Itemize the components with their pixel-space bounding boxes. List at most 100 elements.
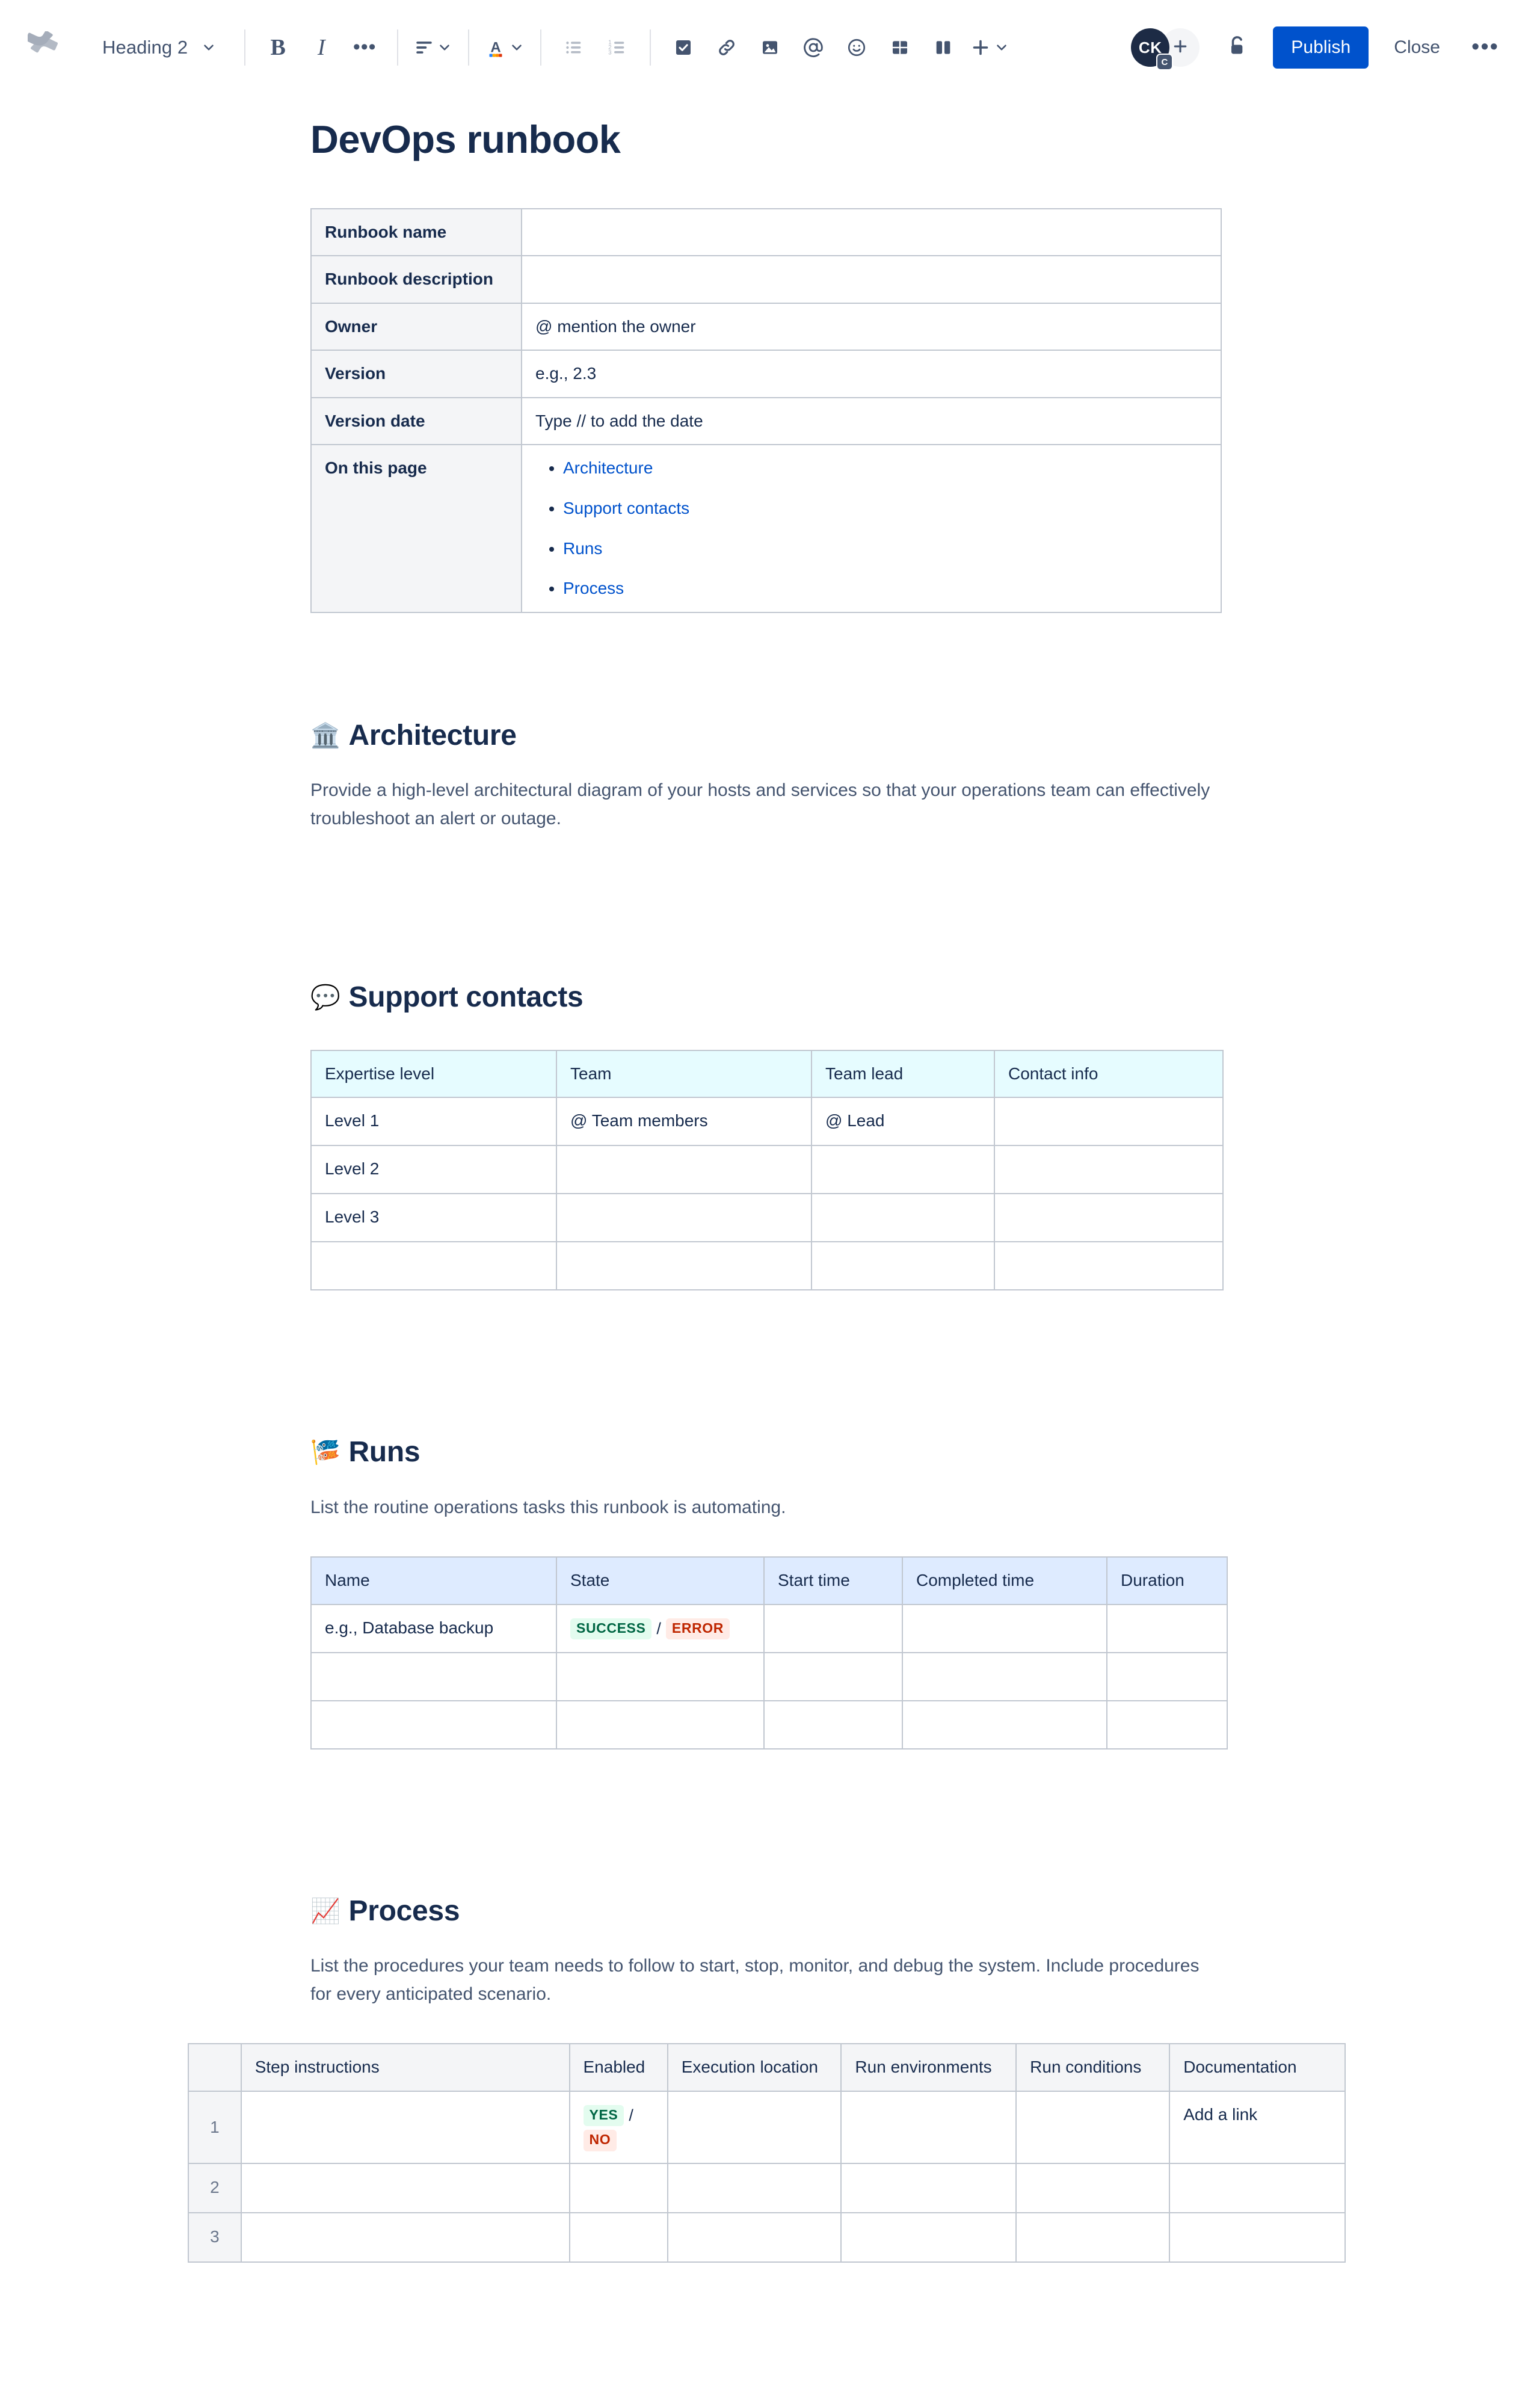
cell-run-name[interactable] (310, 1700, 557, 1749)
confluence-logo-icon[interactable] (22, 25, 67, 70)
italic-button[interactable]: I (300, 26, 343, 69)
table-row: Level 3 (310, 1193, 1224, 1243)
emoji-button[interactable] (835, 26, 878, 69)
cell-duration[interactable] (1106, 1651, 1228, 1701)
table-button[interactable] (878, 26, 922, 69)
text-align-button[interactable] (409, 26, 457, 69)
meta-value-owner[interactable]: @ mention the owner (521, 302, 1222, 351)
cell-step-instructions[interactable] (240, 2090, 570, 2164)
column-header-contact-info: Contact info (994, 1049, 1224, 1099)
cell-run-state[interactable] (556, 1651, 765, 1701)
cell-run-name[interactable] (310, 1651, 557, 1701)
avatar[interactable]: CK C (1131, 28, 1174, 70)
cell-team-lead[interactable] (811, 1145, 995, 1195)
editor-toolbar: Heading 2 B I ••• A 1 2 3 CK C Publish C… (0, 0, 1540, 95)
cell-run-name[interactable]: e.g., Database backup (310, 1603, 557, 1653)
bold-button[interactable]: B (256, 26, 300, 69)
cell-enabled[interactable]: YES / NO (568, 2090, 668, 2164)
toc-link-process[interactable]: Process (563, 579, 624, 597)
restrictions-button[interactable] (1215, 25, 1260, 70)
italic-icon: I (317, 35, 325, 60)
meta-value-version[interactable]: e.g., 2.3 (521, 350, 1222, 398)
cell-expertise-level[interactable]: Level 2 (310, 1145, 557, 1195)
insert-button[interactable] (965, 26, 1014, 69)
cell-expertise-level[interactable] (310, 1241, 557, 1291)
cell-execution-location[interactable] (667, 2090, 842, 2164)
plus-icon (970, 37, 991, 58)
cell-run-state[interactable] (556, 1700, 765, 1749)
publish-button[interactable]: Publish (1273, 26, 1369, 69)
cell-start-time[interactable] (763, 1603, 903, 1653)
cell-start-time[interactable] (763, 1651, 903, 1701)
cell-team-lead[interactable] (811, 1193, 995, 1243)
cell-contact-info[interactable] (994, 1145, 1224, 1195)
page-title[interactable]: DevOps runbook (310, 118, 1237, 161)
column-header-duration: Duration (1106, 1556, 1228, 1605)
status-badge-yes: YES (583, 2104, 624, 2127)
cell-step-instructions[interactable] (240, 2162, 570, 2213)
toc-link-support-contacts[interactable]: Support contacts (563, 499, 689, 517)
cell-run-conditions[interactable] (1015, 2162, 1171, 2213)
toolbar-divider (650, 29, 651, 66)
runs-table: Name State Start time Completed time Dur… (310, 1556, 1228, 1749)
table-header-row: Name State Start time Completed time Dur… (310, 1556, 1228, 1605)
cell-expertise-level[interactable]: Level 3 (310, 1193, 557, 1243)
cell-run-environments[interactable] (840, 2090, 1017, 2164)
classical-building-emoji: 🏛️ (310, 722, 340, 749)
cell-step-instructions[interactable] (240, 2212, 570, 2263)
cell-enabled[interactable] (568, 2212, 668, 2263)
cell-run-environments[interactable] (840, 2162, 1017, 2213)
cell-expertise-level[interactable]: Level 1 (310, 1097, 557, 1147)
cell-enabled[interactable] (568, 2162, 668, 2213)
bullet-list-button[interactable] (552, 26, 596, 69)
cell-run-conditions[interactable] (1015, 2212, 1171, 2263)
text-color-button[interactable]: A (480, 26, 529, 69)
cell-execution-location[interactable] (667, 2212, 842, 2263)
cell-run-conditions[interactable] (1015, 2090, 1171, 2164)
cell-run-environments[interactable] (840, 2212, 1017, 2263)
cell-start-time[interactable] (763, 1700, 903, 1749)
cell-completed-time[interactable] (902, 1603, 1107, 1653)
cell-contact-info[interactable] (994, 1241, 1224, 1291)
layout-button[interactable] (922, 26, 965, 69)
cell-completed-time[interactable] (902, 1700, 1107, 1749)
cell-run-state[interactable]: SUCCESS / ERROR (556, 1603, 765, 1653)
link-button[interactable] (705, 26, 748, 69)
more-options-button[interactable]: ••• (1464, 26, 1506, 69)
cell-documentation[interactable]: Add a link (1169, 2090, 1346, 2164)
cell-duration[interactable] (1106, 1603, 1228, 1653)
toc-link-architecture[interactable]: Architecture (563, 458, 653, 477)
cell-execution-location[interactable] (667, 2162, 842, 2213)
table-row: On this page Architecture Support contac… (310, 444, 1222, 613)
text-style-select[interactable]: Heading 2 (91, 26, 225, 69)
table-row: Version e.g., 2.3 (310, 350, 1222, 398)
cell-completed-time[interactable] (902, 1651, 1107, 1701)
meta-value-runbook-name[interactable] (521, 208, 1222, 257)
meta-value-version-date[interactable]: Type // to add the date (521, 396, 1222, 446)
cell-team[interactable]: @ Team members (556, 1097, 812, 1147)
cell-documentation[interactable] (1169, 2162, 1346, 2213)
numbered-list-button[interactable]: 123 (596, 26, 639, 69)
mention-button[interactable] (792, 26, 835, 69)
cell-contact-info[interactable] (994, 1193, 1224, 1243)
cell-team[interactable] (556, 1193, 812, 1243)
cell-team[interactable] (556, 1145, 812, 1195)
column-header-start-time: Start time (763, 1556, 903, 1605)
cell-documentation[interactable] (1169, 2212, 1346, 2263)
cell-contact-info[interactable] (994, 1097, 1224, 1147)
collaborator-avatars: CK C (1131, 28, 1200, 70)
more-formatting-button[interactable]: ••• (343, 26, 386, 69)
carp-streamer-emoji: 🎏 (310, 1439, 340, 1466)
svg-text:A: A (491, 40, 501, 56)
cell-team-lead[interactable] (811, 1241, 995, 1291)
cell-team[interactable] (556, 1241, 812, 1291)
task-list-button[interactable] (662, 26, 705, 69)
close-button[interactable]: Close (1377, 26, 1457, 69)
cell-team-lead[interactable]: @ Lead (811, 1097, 995, 1147)
cell-duration[interactable] (1106, 1700, 1228, 1749)
meta-value-runbook-description[interactable] (521, 255, 1222, 304)
image-button[interactable] (748, 26, 792, 69)
process-table: Step instructions Enabled Execution loca… (188, 2043, 1346, 2263)
column-header-expertise-level: Expertise level (310, 1049, 557, 1099)
toc-link-runs[interactable]: Runs (563, 539, 602, 558)
